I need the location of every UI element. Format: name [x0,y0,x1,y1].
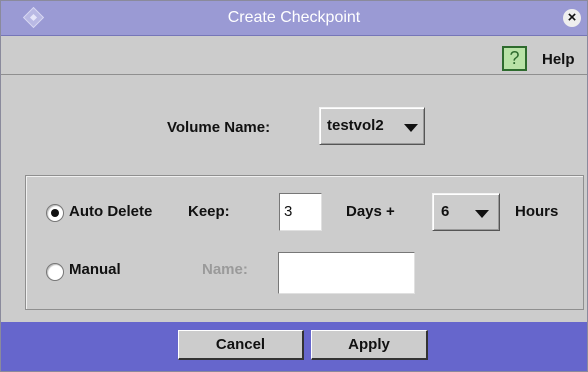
volume-name-label: Volume Name: [167,119,271,136]
radio-selected-dot [51,209,59,217]
help-link[interactable]: Help [542,51,575,68]
window-title: Create Checkpoint [227,9,361,26]
chevron-down-icon [475,210,489,218]
days-label: Days + [346,203,395,220]
volume-name-dropdown[interactable]: testvol2 [319,107,425,145]
manual-radio[interactable] [46,263,64,281]
keep-label: Keep: [188,203,230,220]
cancel-button[interactable]: Cancel [178,330,304,360]
create-checkpoint-dialog: Create Checkpoint × ? Help Volume Name: … [0,0,588,372]
name-label: Name: [202,261,248,278]
hours-dropdown[interactable]: 6 [432,193,500,231]
checkpoint-name-input[interactable] [278,252,415,294]
hours-value: 6 [441,203,450,220]
hours-label: Hours [515,203,559,220]
keep-days-input[interactable]: 3 [279,193,322,231]
button-bar: Cancel Apply [1,322,587,371]
close-icon[interactable]: × [563,9,581,27]
manual-label[interactable]: Manual [69,261,121,278]
chevron-down-icon [404,124,418,132]
auto-delete-label[interactable]: Auto Delete [69,203,152,220]
volume-name-value: testvol2 [327,117,384,134]
apply-button[interactable]: Apply [311,330,428,360]
auto-delete-radio[interactable] [46,204,64,222]
help-bar: ? Help [1,36,587,75]
help-icon[interactable]: ? [502,46,527,71]
title-bar[interactable]: Create Checkpoint × [1,1,587,36]
